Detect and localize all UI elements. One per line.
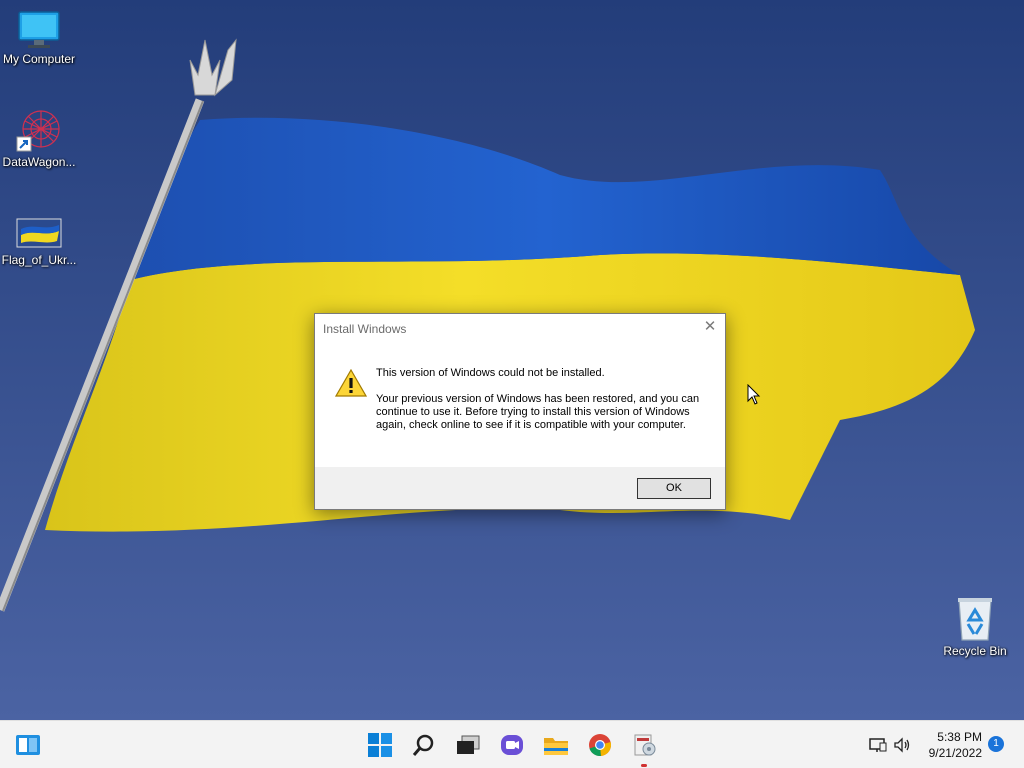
clock-time: 5:38 PM — [937, 730, 982, 744]
network-icon — [869, 738, 887, 752]
search-button[interactable] — [408, 729, 440, 761]
speaker-icon — [894, 737, 910, 753]
mouse-cursor-icon — [747, 384, 761, 405]
task-view-icon — [457, 735, 480, 754]
datawagon-shortcut-icon — [16, 110, 60, 152]
clock-date: 9/21/2022 — [928, 746, 982, 760]
running-indicator — [641, 764, 647, 767]
dialog-heading: This version of Windows could not be ins… — [376, 367, 605, 379]
folder-icon — [544, 738, 568, 755]
chat-icon — [501, 735, 523, 755]
task-view-button[interactable] — [452, 729, 484, 761]
chrome-icon — [589, 734, 612, 757]
file-explorer-button[interactable] — [540, 729, 572, 761]
install-windows-dialog: Install Windows ✕ This version of Window… — [314, 313, 726, 510]
search-icon — [412, 734, 434, 756]
close-icon[interactable]: ✕ — [703, 319, 717, 334]
chat-button[interactable] — [496, 729, 528, 761]
desktop-icon-flag-file[interactable]: Flag_of_Ukr... — [0, 215, 78, 267]
widgets-icon — [16, 735, 40, 755]
windows-logo-icon — [368, 733, 392, 757]
dialog-title: Install Windows — [323, 322, 407, 336]
notification-badge[interactable]: 1 — [988, 736, 1004, 752]
clock[interactable]: 5:38 PM 9/21/2022 — [929, 729, 982, 761]
desktop-icon-datawagon[interactable]: DataWagon... — [0, 107, 78, 169]
desktop-icon-recycle-bin[interactable]: Recycle Bin — [936, 596, 1014, 658]
dialog-body: Your previous version of Windows has bee… — [376, 393, 700, 431]
desktop-icon-label: Recycle Bin — [943, 644, 1007, 658]
desktop-icon-label: My Computer — [2, 52, 76, 66]
recycle-bin-icon — [958, 598, 992, 641]
setup-icon — [634, 734, 656, 756]
desktop-icon-label: Flag_of_Ukr... — [1, 253, 77, 267]
volume-button[interactable] — [890, 729, 914, 761]
setup-button[interactable] — [628, 729, 660, 767]
taskbar: 5:38 PM 9/21/2022 1 — [0, 720, 1024, 768]
network-button[interactable] — [866, 729, 890, 761]
chrome-button[interactable] — [584, 729, 616, 761]
image-file-icon — [16, 218, 62, 248]
widgets-button[interactable] — [12, 729, 44, 761]
warning-icon — [335, 369, 367, 397]
dialog-message: This version of Windows could not be ins… — [376, 367, 711, 432]
desktop-icon-label: DataWagon... — [2, 155, 76, 169]
monitor-icon — [18, 11, 60, 48]
dialog-footer: OK — [315, 467, 725, 509]
desktop-icon-my-computer[interactable]: My Computer — [0, 10, 78, 66]
ok-button[interactable]: OK — [637, 478, 711, 499]
start-button[interactable] — [364, 729, 396, 761]
